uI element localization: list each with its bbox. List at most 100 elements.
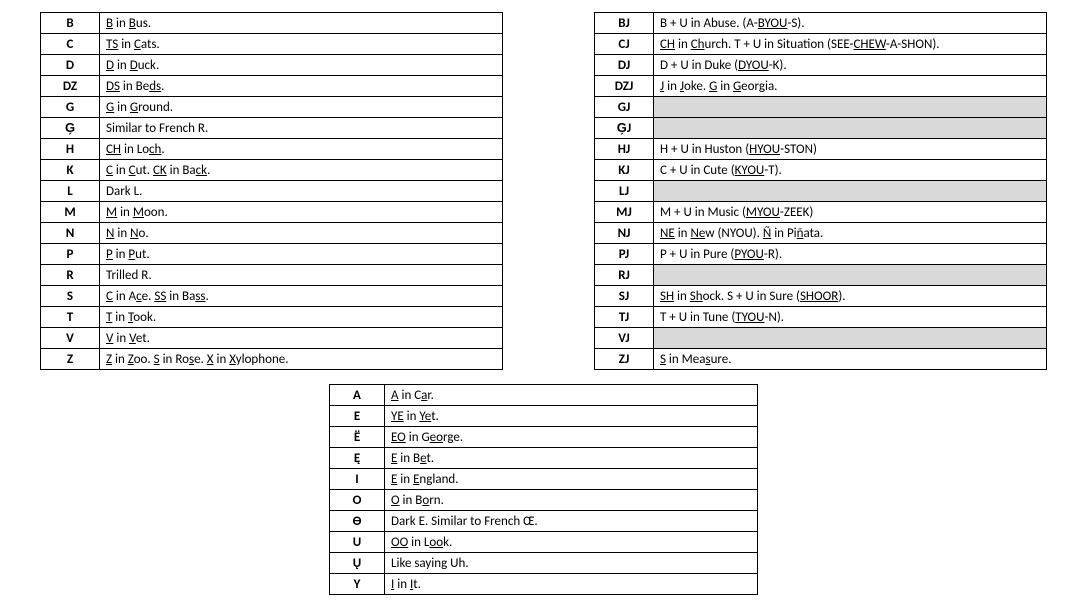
- description-cell: NE in New (NYOU). Ñ in Piñata.: [654, 223, 1047, 244]
- description-cell: N in No.: [100, 223, 503, 244]
- symbol-cell: C: [41, 34, 100, 55]
- symbol-cell: Ë: [330, 427, 385, 448]
- symbol-cell: T: [41, 307, 100, 328]
- table-row: ZJS in Measure.: [595, 349, 1047, 370]
- description-cell: B + U in Abuse. (A-BYOU-S).: [654, 13, 1047, 34]
- description-cell: O in Born.: [385, 490, 758, 511]
- symbol-cell: G: [41, 97, 100, 118]
- table-row: G̗J: [595, 118, 1047, 139]
- table-row: BB in Bus.: [41, 13, 503, 34]
- consonant-table-j: BJB + U in Abuse. (A-BYOU-S).CJCH in Chu…: [594, 12, 1047, 370]
- description-cell: DS in Beds.: [100, 76, 503, 97]
- table-row: ӨDark E. Similar to French Œ.: [330, 511, 758, 532]
- description-cell: P in Put.: [100, 244, 503, 265]
- symbol-cell: Ų: [330, 553, 385, 574]
- table-row: BJB + U in Abuse. (A-BYOU-S).: [595, 13, 1047, 34]
- symbol-cell: VJ: [595, 328, 654, 349]
- table-row: ZZ in Zoo. S in Rose. X in Xylophone.: [41, 349, 503, 370]
- description-cell: H + U in Huston (HYOU-STON): [654, 139, 1047, 160]
- table-row: HCH in Loch.: [41, 139, 503, 160]
- description-cell: [654, 265, 1047, 286]
- description-cell: SH in Shock. S + U in Sure (SHOOR).: [654, 286, 1047, 307]
- description-cell: E in Bet.: [385, 448, 758, 469]
- table-row: KC in Cut. CK in Back.: [41, 160, 503, 181]
- description-cell: E in England.: [385, 469, 758, 490]
- description-cell: EO in George.: [385, 427, 758, 448]
- table-row: GJ: [595, 97, 1047, 118]
- description-cell: V in Vet.: [100, 328, 503, 349]
- description-cell: Similar to French R.: [100, 118, 503, 139]
- table-row: TJT + U in Tune (TYOU-N).: [595, 307, 1047, 328]
- table-row: MJM + U in Music (MYOU-ZEEK): [595, 202, 1047, 223]
- table-row: RTrilled R.: [41, 265, 503, 286]
- description-cell: D in Duck.: [100, 55, 503, 76]
- table-row: PJP + U in Pure (PYOU-R).: [595, 244, 1047, 265]
- symbol-cell: CJ: [595, 34, 654, 55]
- symbol-cell: HJ: [595, 139, 654, 160]
- description-cell: YE in Yet.: [385, 406, 758, 427]
- symbol-cell: I: [330, 469, 385, 490]
- table-row: DZDS in Beds.: [41, 76, 503, 97]
- symbol-cell: DZ: [41, 76, 100, 97]
- symbol-cell: G̗J: [595, 118, 654, 139]
- description-cell: Dark E. Similar to French Œ.: [385, 511, 758, 532]
- symbol-cell: BJ: [595, 13, 654, 34]
- table-row: AA in Car.: [330, 385, 758, 406]
- table-row: VJ: [595, 328, 1047, 349]
- description-cell: P + U in Pure (PYOU-R).: [654, 244, 1047, 265]
- description-cell: [654, 181, 1047, 202]
- table-row: G̗Similar to French R.: [41, 118, 503, 139]
- description-cell: T + U in Tune (TYOU-N).: [654, 307, 1047, 328]
- description-cell: I in It.: [385, 574, 758, 595]
- description-cell: S in Measure.: [654, 349, 1047, 370]
- symbol-cell: LJ: [595, 181, 654, 202]
- table-row: ĘE in Bet.: [330, 448, 758, 469]
- symbol-cell: Ө: [330, 511, 385, 532]
- symbol-cell: R: [41, 265, 100, 286]
- description-cell: J in Joke. G in Georgia.: [654, 76, 1047, 97]
- table-row: OO in Born.: [330, 490, 758, 511]
- symbol-cell: DZJ: [595, 76, 654, 97]
- table-row: IE in England.: [330, 469, 758, 490]
- symbol-cell: DJ: [595, 55, 654, 76]
- symbol-cell: K: [41, 160, 100, 181]
- description-cell: TS in Cats.: [100, 34, 503, 55]
- symbol-cell: S: [41, 286, 100, 307]
- description-cell: M in Moon.: [100, 202, 503, 223]
- table-row: LDark L.: [41, 181, 503, 202]
- table-row: LJ: [595, 181, 1047, 202]
- description-cell: OO in Look.: [385, 532, 758, 553]
- table-row: RJ: [595, 265, 1047, 286]
- table-row: DJD + U in Duke (DYOU-K).: [595, 55, 1047, 76]
- symbol-cell: KJ: [595, 160, 654, 181]
- symbol-cell: Y: [330, 574, 385, 595]
- description-cell: [654, 118, 1047, 139]
- table-row: EYE in Yet.: [330, 406, 758, 427]
- description-cell: CH in Church. T + U in Situation (SEE-CH…: [654, 34, 1047, 55]
- table-row: UOO in Look.: [330, 532, 758, 553]
- table-row: PP in Put.: [41, 244, 503, 265]
- symbol-cell: G̗: [41, 118, 100, 139]
- description-cell: [654, 328, 1047, 349]
- table-row: TT in Took.: [41, 307, 503, 328]
- table-row: VV in Vet.: [41, 328, 503, 349]
- symbol-cell: E: [330, 406, 385, 427]
- table-row: KJC + U in Cute (KYOU-T).: [595, 160, 1047, 181]
- table-row: SC in Ace. SS in Bass.: [41, 286, 503, 307]
- symbol-cell: U: [330, 532, 385, 553]
- symbol-cell: SJ: [595, 286, 654, 307]
- symbol-cell: NJ: [595, 223, 654, 244]
- description-cell: A in Car.: [385, 385, 758, 406]
- description-cell: C in Cut. CK in Back.: [100, 160, 503, 181]
- table-row: MM in Moon.: [41, 202, 503, 223]
- symbol-cell: TJ: [595, 307, 654, 328]
- description-cell: C in Ace. SS in Bass.: [100, 286, 503, 307]
- table-row: CTS in Cats.: [41, 34, 503, 55]
- symbol-cell: B: [41, 13, 100, 34]
- symbol-cell: M: [41, 202, 100, 223]
- symbol-cell: RJ: [595, 265, 654, 286]
- symbol-cell: N: [41, 223, 100, 244]
- description-cell: G in Ground.: [100, 97, 503, 118]
- symbol-cell: D: [41, 55, 100, 76]
- symbol-cell: H: [41, 139, 100, 160]
